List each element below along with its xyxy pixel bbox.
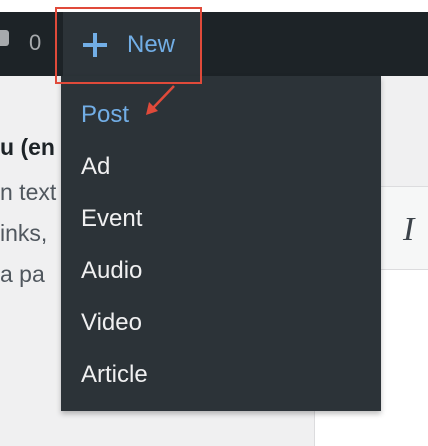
menu-item-audio[interactable]: Audio xyxy=(81,256,142,286)
menu-item-video[interactable]: Video xyxy=(81,308,142,338)
background-heading: u (en xyxy=(0,134,55,160)
highlight-box xyxy=(55,7,202,84)
menu-item-post[interactable]: Post xyxy=(81,100,129,130)
menu-item-article[interactable]: Article xyxy=(81,360,148,390)
background-text-line: a pa xyxy=(0,261,45,287)
menu-item-event[interactable]: Event xyxy=(81,204,142,234)
comment-icon[interactable] xyxy=(0,30,9,46)
background-text-line: n text xyxy=(0,179,57,205)
italic-button[interactable]: I xyxy=(403,210,414,250)
background-text-line: inks, xyxy=(0,220,48,246)
menu-item-ad[interactable]: Ad xyxy=(81,152,110,182)
comment-count[interactable]: 0 xyxy=(29,30,41,56)
